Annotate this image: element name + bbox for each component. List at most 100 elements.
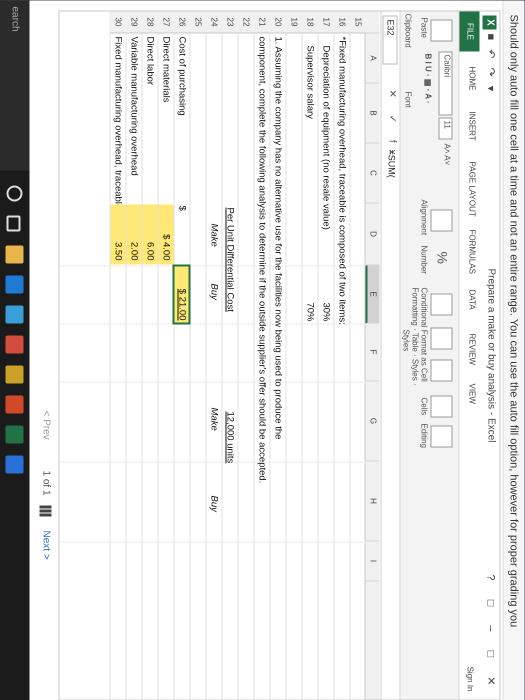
tab-home[interactable]: HOME: [468, 67, 477, 91]
table-row: 21 component, complete the following ana…: [253, 11, 270, 700]
powerpoint-icon[interactable]: [5, 395, 24, 414]
cell-h24-buy[interactable]: Buy: [207, 496, 222, 512]
row-number[interactable]: 20: [269, 11, 286, 34]
cell-e18[interactable]: 70%: [303, 266, 318, 321]
cell-g23-units-header[interactable]: 12,000 units: [223, 412, 238, 464]
file-explorer-icon[interactable]: [5, 245, 24, 264]
cell-a30[interactable]: Fixed manufacturing overhead, traceable: [111, 37, 126, 210]
grid-view-icon[interactable]: [39, 505, 52, 518]
store-icon[interactable]: [5, 305, 24, 324]
row-number[interactable]: 25: [189, 11, 206, 34]
name-box[interactable]: E32: [382, 15, 398, 65]
cell-a29[interactable]: Variable manufacturing overhead: [127, 37, 142, 176]
paste-icon[interactable]: [430, 19, 453, 42]
column-header-e[interactable]: E: [365, 265, 380, 324]
row-number[interactable]: 27: [157, 11, 174, 34]
font-size-buttons[interactable]: A˄ A˅: [443, 144, 452, 166]
column-header-b[interactable]: B: [365, 83, 380, 144]
styles-group-label: Styles: [401, 329, 411, 352]
tab-page-layout[interactable]: PAGE LAYOUT: [468, 162, 477, 217]
row-number[interactable]: 15: [349, 11, 366, 34]
cell-a28[interactable]: Direct labor: [143, 37, 158, 86]
cells-label: Cells: [419, 397, 429, 416]
table-row: 20 1. Assuming the company has no altern…: [269, 11, 286, 700]
row-number[interactable]: 16: [333, 11, 350, 34]
next-page-button[interactable]: Next >: [41, 531, 52, 560]
row-number[interactable]: 29: [125, 11, 142, 34]
cell-a17[interactable]: Depreciation of equipment (no resale val…: [319, 46, 334, 230]
table-row: 25: [189, 11, 206, 700]
alignment-icon[interactable]: [430, 209, 453, 232]
tab-data[interactable]: DATA: [468, 290, 477, 310]
row-number[interactable]: 28: [141, 11, 158, 34]
cell-d28[interactable]: 6.00: [142, 204, 158, 265]
row-number[interactable]: 18: [301, 11, 318, 34]
editing-label: Editing: [419, 423, 429, 448]
app-icon[interactable]: [5, 365, 24, 384]
table-row: 18 Supervisor salary 70%: [301, 11, 318, 700]
page-indicator: 1 of 1: [40, 470, 52, 496]
column-header-f[interactable]: F: [365, 323, 380, 382]
percent-icon[interactable]: %: [435, 252, 451, 264]
taskbar-search[interactable]: earch: [0, 0, 30, 171]
tab-review[interactable]: REVIEW: [468, 334, 477, 366]
cell-a16[interactable]: *Fixed manufacturing overhead, traceable…: [335, 37, 350, 325]
row-number[interactable]: 30: [109, 11, 126, 34]
tab-view[interactable]: VIEW: [468, 384, 477, 404]
cell-a27[interactable]: Direct materials: [159, 37, 174, 103]
column-header-d[interactable]: D: [365, 203, 380, 266]
word-icon[interactable]: [5, 455, 24, 474]
column-headers: A B C D E F G H I: [364, 11, 380, 700]
column-header-h[interactable]: H: [365, 461, 380, 542]
cell-d27[interactable]: $ 4.00: [158, 204, 174, 265]
edge-browser-icon[interactable]: [5, 275, 24, 294]
cortana-icon[interactable]: [6, 185, 23, 202]
cell-d24-make[interactable]: Make: [207, 224, 222, 247]
window-controls[interactable]: ? □ – □ ✕: [485, 575, 498, 694]
row-number[interactable]: 17: [317, 11, 334, 34]
table-row: 23 Per Unit Differential Cost 12,000 uni…: [221, 11, 238, 700]
title-bar: X ■ ↶ ↷ ▾ Prepare a make or buy analysis…: [479, 11, 500, 700]
tab-file[interactable]: FILE: [459, 11, 480, 52]
cell-d26[interactable]: $: [175, 206, 190, 211]
number-label: Number: [419, 245, 429, 274]
editing-icon[interactable]: [430, 425, 453, 448]
column-header-i[interactable]: I: [365, 541, 380, 582]
cell-a21[interactable]: component, complete the following analys…: [255, 37, 270, 484]
cell-e17[interactable]: 30%: [319, 266, 334, 321]
row-number[interactable]: 24: [205, 11, 222, 34]
select-all-corner[interactable]: [365, 11, 380, 34]
column-header-c[interactable]: C: [365, 143, 380, 204]
app-icon[interactable]: [5, 335, 24, 354]
excel-taskbar-icon[interactable]: [5, 425, 24, 444]
column-header-a[interactable]: A: [365, 33, 380, 84]
cell-e24-buy[interactable]: Buy: [207, 284, 222, 300]
cell-a20[interactable]: 1. Assuming the company has no alternati…: [271, 37, 286, 440]
sign-in-link[interactable]: Sign In: [466, 667, 475, 692]
formula-input[interactable]: =SUM(: [387, 150, 397, 178]
cell-a26[interactable]: Cost of purchasing: [175, 37, 190, 116]
table-row: 17 Depreciation of equipment (no resale …: [317, 11, 334, 700]
tab-insert[interactable]: INSERT: [468, 112, 477, 141]
cell-a18[interactable]: Supervisor salary: [303, 46, 318, 119]
column-header-g[interactable]: G: [365, 381, 380, 462]
cell-g24-make[interactable]: Make: [207, 408, 222, 431]
cell-d29[interactable]: 2.00: [126, 204, 142, 265]
row-number[interactable]: 26: [173, 11, 190, 34]
prev-page-button[interactable]: < Prev: [41, 411, 52, 440]
font-format-buttons[interactable]: B I U · ▦ · A ·: [424, 54, 433, 104]
table-row: 22: [237, 11, 254, 700]
row-number[interactable]: 19: [285, 11, 302, 34]
cell-d30[interactable]: 3.50: [110, 204, 126, 265]
ribbon-tabs: FILE HOME INSERT PAGE LAYOUT FORMULAS DA…: [459, 11, 480, 700]
tab-formulas[interactable]: FORMULAS: [468, 230, 477, 274]
row-number[interactable]: 22: [237, 11, 254, 34]
cells-icon[interactable]: [430, 395, 453, 418]
conditional-formatting-icon[interactable]: [430, 293, 453, 316]
cell-styles-icon[interactable]: [430, 359, 453, 382]
row-number[interactable]: 21: [253, 11, 270, 34]
task-view-icon[interactable]: [6, 215, 21, 232]
cell-d23-per-unit-header[interactable]: Per Unit Differential Cost: [223, 208, 238, 312]
format-as-table-icon[interactable]: [430, 327, 453, 350]
row-number[interactable]: 23: [221, 11, 238, 34]
